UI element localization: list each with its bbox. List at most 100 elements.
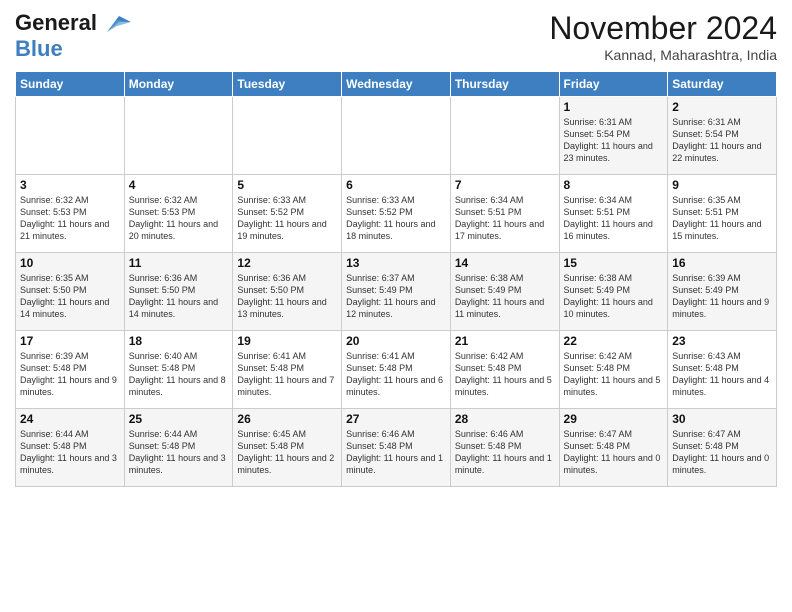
- day-info: Sunrise: 6:47 AM Sunset: 5:48 PM Dayligh…: [564, 428, 664, 477]
- calendar-cell-w2-d2: 4Sunrise: 6:32 AM Sunset: 5:53 PM Daylig…: [124, 175, 233, 253]
- calendar-cell-w3-d7: 16 Sunrise: 6:39 AM Sunset: 5:49 PM Dayli…: [668, 253, 777, 331]
- day-number: 14: [455, 256, 555, 270]
- day-info: Sunrise: 6:42 AM Sunset: 5:48 PM Dayligh…: [564, 350, 664, 399]
- header-thursday: Thursday: [450, 72, 559, 97]
- calendar-cell-w2-d3: 5 Sunrise: 6:33 AM Sunset: 5:52 PM Daylig…: [233, 175, 342, 253]
- day-number: 18: [129, 334, 229, 348]
- calendar-cell-w2-d5: 7 Sunrise: 6:34 AM Sunset: 5:51 PM Daylig…: [450, 175, 559, 253]
- calendar-cell-w2-d1: 3 Sunrise: 6:32 AM Sunset: 5:53 PM Daylig…: [16, 175, 125, 253]
- calendar-cell-w5-d4: 27Sunrise: 6:46 AM Sunset: 5:48 PM Dayli…: [342, 409, 451, 487]
- day-number: 7: [455, 178, 555, 192]
- day-number: 1: [564, 100, 664, 114]
- logo-blue: Blue: [15, 36, 63, 61]
- day-info: Sunrise: 6:38 AM Sunset: 5:49 PM Dayligh…: [564, 272, 664, 321]
- day-number: 22: [564, 334, 664, 348]
- day-number: 28: [455, 412, 555, 426]
- day-info: Sunrise: 6:31 AM Sunset: 5:54 PM Dayligh…: [672, 116, 772, 165]
- day-info: Sunrise: 6:44 AM Sunset: 5:48 PM Dayligh…: [129, 428, 229, 477]
- title-block: November 2024 Kannad, Maharashtra, India: [549, 10, 777, 63]
- day-number: 2: [672, 100, 772, 114]
- page-container: General Blue November 2024 Kannad, Mahar…: [0, 0, 792, 497]
- day-number: 3: [20, 178, 120, 192]
- location-subtitle: Kannad, Maharashtra, India: [549, 47, 777, 63]
- day-info: Sunrise: 6:39 AM Sunset: 5:49 PM Dayligh…: [672, 272, 772, 321]
- month-title: November 2024: [549, 10, 777, 47]
- day-number: 12: [237, 256, 337, 270]
- day-info: Sunrise: 6:47 AM Sunset: 5:48 PM Dayligh…: [672, 428, 772, 477]
- day-info: Sunrise: 6:45 AM Sunset: 5:48 PM Dayligh…: [237, 428, 337, 477]
- day-info: Sunrise: 6:38 AM Sunset: 5:49 PM Dayligh…: [455, 272, 555, 321]
- day-number: 26: [237, 412, 337, 426]
- calendar-cell-w1-d2: [124, 97, 233, 175]
- day-info: Sunrise: 6:33 AM Sunset: 5:52 PM Dayligh…: [346, 194, 446, 243]
- day-info: Sunrise: 6:36 AM Sunset: 5:50 PM Dayligh…: [237, 272, 337, 321]
- calendar-cell-w1-d5: [450, 97, 559, 175]
- calendar-cell-w3-d5: 14 Sunrise: 6:38 AM Sunset: 5:49 PM Dayli…: [450, 253, 559, 331]
- calendar-table: Sunday Monday Tuesday Wednesday Thursday…: [15, 71, 777, 487]
- day-number: 9: [672, 178, 772, 192]
- calendar-cell-w4-d3: 19 Sunrise: 6:41 AM Sunset: 5:48 PM Dayli…: [233, 331, 342, 409]
- calendar-cell-w1-d4: [342, 97, 451, 175]
- calendar-cell-w5-d5: 28 Sunrise: 6:46 AM Sunset: 5:48 PM Dayli…: [450, 409, 559, 487]
- week-row-1: 1 Sunrise: 6:31 AM Sunset: 5:54 PM Daylig…: [16, 97, 777, 175]
- day-info: Sunrise: 6:34 AM Sunset: 5:51 PM Dayligh…: [564, 194, 664, 243]
- header-sunday: Sunday: [16, 72, 125, 97]
- calendar-cell-w4-d5: 21 Sunrise: 6:42 AM Sunset: 5:48 PM Dayli…: [450, 331, 559, 409]
- calendar-cell-w5-d1: 24 Sunrise: 6:44 AM Sunset: 5:48 PM Dayli…: [16, 409, 125, 487]
- day-info: Sunrise: 6:35 AM Sunset: 5:50 PM Dayligh…: [20, 272, 120, 321]
- logo-general: General: [15, 10, 97, 36]
- day-info: Sunrise: 6:32 AM Sunset: 5:53 PM Dayligh…: [20, 194, 120, 243]
- calendar-cell-w4-d2: 18 Sunrise: 6:40 AM Sunset: 5:48 PM Dayli…: [124, 331, 233, 409]
- calendar-cell-w3-d2: 11 Sunrise: 6:36 AM Sunset: 5:50 PM Dayli…: [124, 253, 233, 331]
- header-monday: Monday: [124, 72, 233, 97]
- week-row-4: 17 Sunrise: 6:39 AM Sunset: 5:48 PM Dayli…: [16, 331, 777, 409]
- calendar-cell-w5-d2: 25 Sunrise: 6:44 AM Sunset: 5:48 PM Dayli…: [124, 409, 233, 487]
- day-number: 8: [564, 178, 664, 192]
- day-number: 29: [564, 412, 664, 426]
- calendar-cell-w4-d1: 17 Sunrise: 6:39 AM Sunset: 5:48 PM Dayli…: [16, 331, 125, 409]
- day-number: 17: [20, 334, 120, 348]
- day-number: 25: [129, 412, 229, 426]
- day-info: Sunrise: 6:37 AM Sunset: 5:49 PM Dayligh…: [346, 272, 446, 321]
- day-info: Sunrise: 6:46 AM Sunset: 5:48 PM Dayligh…: [455, 428, 555, 477]
- header-wednesday: Wednesday: [342, 72, 451, 97]
- day-number: 21: [455, 334, 555, 348]
- day-info: Sunrise: 6:44 AM Sunset: 5:48 PM Dayligh…: [20, 428, 120, 477]
- calendar-cell-w5-d6: 29 Sunrise: 6:47 AM Sunset: 5:48 PM Dayli…: [559, 409, 668, 487]
- week-row-5: 24 Sunrise: 6:44 AM Sunset: 5:48 PM Dayli…: [16, 409, 777, 487]
- calendar-cell-w2-d7: 9Sunrise: 6:35 AM Sunset: 5:51 PM Daylig…: [668, 175, 777, 253]
- calendar-cell-w1-d6: 1Sunrise: 6:31 AM Sunset: 5:54 PM Daylig…: [559, 97, 668, 175]
- calendar-cell-w3-d6: 15 Sunrise: 6:38 AM Sunset: 5:49 PM Dayli…: [559, 253, 668, 331]
- day-number: 11: [129, 256, 229, 270]
- day-info: Sunrise: 6:42 AM Sunset: 5:48 PM Dayligh…: [455, 350, 555, 399]
- day-number: 24: [20, 412, 120, 426]
- logo-bird-icon: [99, 12, 131, 34]
- day-number: 23: [672, 334, 772, 348]
- calendar-cell-w5-d3: 26 Sunrise: 6:45 AM Sunset: 5:48 PM Dayli…: [233, 409, 342, 487]
- day-info: Sunrise: 6:41 AM Sunset: 5:48 PM Dayligh…: [237, 350, 337, 399]
- header-saturday: Saturday: [668, 72, 777, 97]
- day-number: 13: [346, 256, 446, 270]
- week-row-3: 10 Sunrise: 6:35 AM Sunset: 5:50 PM Dayli…: [16, 253, 777, 331]
- calendar-cell-w4-d7: 23Sunrise: 6:43 AM Sunset: 5:48 PM Dayli…: [668, 331, 777, 409]
- day-number: 16: [672, 256, 772, 270]
- day-number: 5: [237, 178, 337, 192]
- day-info: Sunrise: 6:36 AM Sunset: 5:50 PM Dayligh…: [129, 272, 229, 321]
- day-number: 27: [346, 412, 446, 426]
- day-info: Sunrise: 6:40 AM Sunset: 5:48 PM Dayligh…: [129, 350, 229, 399]
- day-info: Sunrise: 6:33 AM Sunset: 5:52 PM Dayligh…: [237, 194, 337, 243]
- week-row-2: 3 Sunrise: 6:32 AM Sunset: 5:53 PM Daylig…: [16, 175, 777, 253]
- day-number: 10: [20, 256, 120, 270]
- day-number: 19: [237, 334, 337, 348]
- calendar-cell-w2-d6: 8 Sunrise: 6:34 AM Sunset: 5:51 PM Daylig…: [559, 175, 668, 253]
- day-number: 15: [564, 256, 664, 270]
- day-info: Sunrise: 6:39 AM Sunset: 5:48 PM Dayligh…: [20, 350, 120, 399]
- calendar-cell-w1-d3: [233, 97, 342, 175]
- day-number: 6: [346, 178, 446, 192]
- header-friday: Friday: [559, 72, 668, 97]
- calendar-cell-w5-d7: 30Sunrise: 6:47 AM Sunset: 5:48 PM Dayli…: [668, 409, 777, 487]
- calendar-cell-w3-d3: 12 Sunrise: 6:36 AM Sunset: 5:50 PM Dayli…: [233, 253, 342, 331]
- day-info: Sunrise: 6:34 AM Sunset: 5:51 PM Dayligh…: [455, 194, 555, 243]
- day-number: 4: [129, 178, 229, 192]
- calendar-cell-w4-d4: 20Sunrise: 6:41 AM Sunset: 5:48 PM Dayli…: [342, 331, 451, 409]
